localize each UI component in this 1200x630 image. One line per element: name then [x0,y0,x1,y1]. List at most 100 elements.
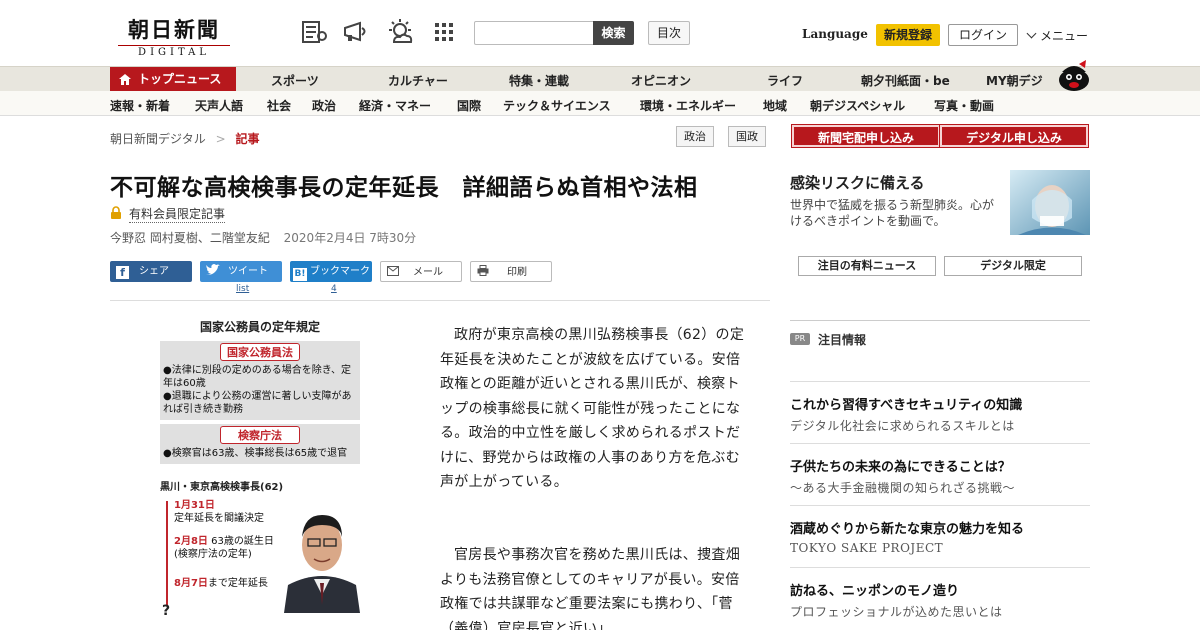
facebook-share-button[interactable]: f シェア [110,261,192,282]
print-button[interactable]: 印刷 [470,261,552,282]
figure-timeline: 1月31日 定年延長を閣議決定 2月8日 63歳の誕生日 (検察庁法の定年) 8… [160,493,360,623]
megaphone-icon[interactable] [342,18,370,46]
weather-icon[interactable] [386,18,414,46]
subnav-item-politics[interactable]: 政治 [312,97,336,114]
ad-title-2[interactable]: 子供たちの未来の為にできることは？ [790,456,1011,475]
breadcrumb: 朝日新聞デジタル > 記事 [110,130,260,147]
nav-item-culture[interactable]: カルチャー [388,72,448,89]
timeline-entry-3: 8月7日まで定年延長 [174,577,294,590]
grid-apps-icon[interactable] [430,18,458,46]
subnav-item-international[interactable]: 国際 [457,97,481,114]
login-button[interactable]: ログイン [948,24,1018,46]
ad-divider [790,443,1090,444]
subnav-item-breaking[interactable]: 速報・新着 [110,97,170,114]
nav-item-label: トップニュース [138,72,222,86]
author-names: 今野忍 岡村夏樹、二階堂友紀 [110,231,270,245]
tab-digital-only[interactable]: デジタル限定 [944,256,1082,276]
timeline-date-1: 1月31日 [174,500,215,511]
promo-title[interactable]: 感染リスクに備える [790,172,925,193]
ad-title-4[interactable]: 訪ねる、ニッポンのモノ造り [790,580,959,599]
ad-desc-1: デジタル化社会に求められるスキルとは [790,419,1015,433]
article-byline: 今野忍 岡村夏樹、二階堂友紀 2020年2月4日 7時30分 [110,229,416,246]
language-link[interactable]: Language [802,27,868,41]
nav-item-sports[interactable]: スポーツ [271,72,319,89]
breadcrumb-separator: > [215,132,226,146]
timeline-line [166,501,168,605]
mail-icon [387,266,399,276]
timeline-date-3: 8月7日 [174,578,208,589]
figure-law2-heading: 検察庁法 [220,426,300,444]
subnav-item-special[interactable]: 朝デジスペシャル [810,97,905,114]
article-figure: 国家公務員の定年規定 国家公務員法 ●法律に別段の定めのある場合を除き、定年は6… [160,318,360,630]
figure-law1-text2: ●退職により公務の運営に著しい支障があれば引き続き勤務 [163,391,352,415]
figure-law1-box: 国家公務員法 ●法律に別段の定めのある場合を除き、定年は60歳 ●退職により公務… [160,341,360,420]
ad-divider [790,505,1090,506]
hatena-count[interactable]: 4 [331,284,337,294]
print-icon [477,265,489,276]
pr-section-title: 注目情報 [818,333,867,347]
site-header: 朝日新聞 DIGITAL 検索 目次 Language 新規登録 ログイン メニ… [0,0,1200,66]
mascot-icon[interactable] [1056,58,1092,92]
search-input[interactable] [474,21,594,45]
nav-item-features[interactable]: 特集・連載 [509,72,569,89]
nav-item-top-news[interactable]: トップニュース [110,67,236,92]
locked-label[interactable]: 有料会員限定記事 [129,205,226,223]
hatena-label: ブックマーク [310,266,370,277]
ad-title-1[interactable]: これから習得すべきセキュリティの知識 [790,394,1022,413]
timeline-entry-2: 2月8日 63歳の誕生日 (検察庁法の定年) [174,535,294,561]
newspaper-subscribe-button[interactable]: 新聞宅配申し込み [791,124,941,148]
timeline-text-3: まで定年延長 [207,578,268,589]
person-photo[interactable] [284,495,360,613]
article-title: 不可解な高検検事長の定年延長 詳細語らぬ首相や法相 [110,175,698,201]
subnav-item-economy[interactable]: 経済・マネー [359,97,431,114]
menu-label: メニュー [1040,29,1089,43]
ad-desc-3: TOKYO SAKE PROJECT [790,541,944,555]
figure-law2-text: ●検察官は63歳、検事総長は65歳で退官 [163,448,348,459]
promo-image[interactable] [1010,170,1090,235]
search-button[interactable]: 検索 [593,21,634,45]
twitter-count[interactable]: list [236,284,249,294]
print-label: 印刷 [507,267,527,278]
timeline-question: ? [162,603,171,619]
subnav-item-photo[interactable]: 写真・動画 [934,97,994,114]
mail-button[interactable]: メール [380,261,462,282]
figure-law2-box: 検察庁法 ●検察官は63歳、検事総長は65歳で退官 [160,424,360,464]
pr-badge: PR [790,333,810,345]
subnav-item-environment[interactable]: 環境・エネルギー [640,97,736,114]
tab-featured-paid-news[interactable]: 注目の有料ニュース [798,256,936,276]
subnav-item-tensei[interactable]: 天声人語 [195,97,243,114]
subnav-item-society[interactable]: 社会 [267,97,291,114]
subnav-item-tech[interactable]: テック＆サイエンス [503,97,611,114]
nav-item-opinion[interactable]: オピニオン [631,72,691,89]
toc-button[interactable]: 目次 [648,21,690,45]
newspaper-icon[interactable] [300,18,328,46]
site-logo[interactable]: 朝日新聞 DIGITAL [118,14,230,58]
article-paragraph-2: 官房長や事務次官を務めた黒川氏は、捜査畑よりも法務官僚としてのキャリアが長い。安… [440,547,740,630]
nav-item-my-asadigi[interactable]: MY朝デジ [986,72,1043,89]
twitter-share-label: ツイート [228,266,268,277]
digital-subscribe-button[interactable]: デジタル申し込み [939,124,1089,148]
figure-law1-heading: 国家公務員法 [220,343,300,361]
timeline-entry-1: 1月31日 定年延長を閣議決定 [174,499,294,525]
breadcrumb-home[interactable]: 朝日新聞デジタル [110,132,206,146]
subnav-item-region[interactable]: 地域 [763,97,787,114]
hatena-bookmark-button[interactable]: B! ブックマーク [290,261,372,282]
logo-sub-text: DIGITAL [118,45,230,58]
main-nav: トップニュース スポーツ カルチャー 特集・連載 オピニオン ライフ 朝夕刊紙面… [0,66,1200,92]
article-date: 2020年2月4日 7時30分 [283,231,417,245]
register-button[interactable]: 新規登録 [876,24,940,46]
tag-national-politics[interactable]: 国政 [728,126,766,147]
twitter-share-button[interactable]: ツイート [200,261,282,282]
mail-label: メール [413,267,443,278]
timeline-note-2: (検察庁法の定年) [174,549,252,560]
breadcrumb-current: 記事 [235,132,260,146]
chevron-down-icon [1026,28,1037,39]
menu-button[interactable]: メニュー [1026,27,1089,44]
ad-desc-2: ～ある大手金融機関の知られざる挑戦～ [790,481,1016,495]
nav-item-paper[interactable]: 朝夕刊紙面・be [861,72,950,89]
ad-divider [790,381,1090,382]
tag-politics[interactable]: 政治 [676,126,714,147]
nav-item-life[interactable]: ライフ [767,72,803,89]
ad-divider [790,567,1090,568]
ad-title-3[interactable]: 酒蔵めぐりから新たな東京の魅力を知る [790,518,1024,537]
